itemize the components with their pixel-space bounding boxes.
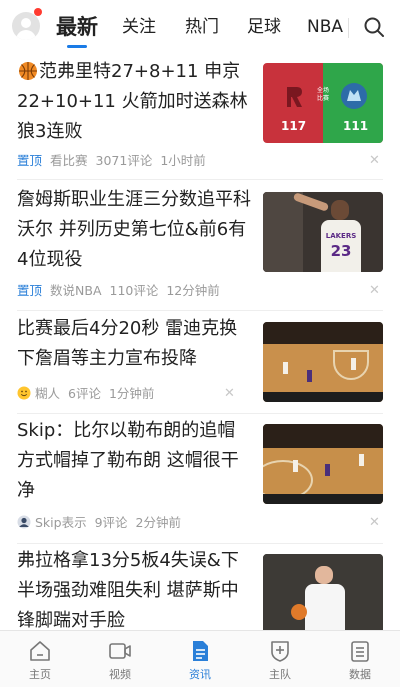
news-meta: 置顶 数说NBA 110评论 12分钟前 [17, 283, 220, 299]
news-thumbnail-court[interactable] [263, 424, 383, 504]
pinned-badge: 置顶 [17, 283, 43, 298]
video-icon [109, 643, 131, 659]
news-thumbnail-player[interactable]: LAKERS 23 [263, 192, 383, 272]
avatar-head-shape [21, 18, 31, 28]
nav-news-label: 资讯 [189, 668, 211, 681]
comment-count: 9评论 [94, 515, 128, 530]
nav-home[interactable]: 主页 [0, 631, 80, 687]
comment-count: 6评论 [68, 386, 101, 401]
basketball-shape [291, 604, 307, 620]
avatar-body-shape [16, 30, 36, 40]
player-shape [325, 464, 330, 476]
timberwolves-logo-icon [341, 83, 367, 109]
thumbnail-crowd [263, 192, 303, 272]
divider [17, 179, 383, 180]
post-time: 1分钟前 [108, 386, 155, 401]
tab-latest[interactable]: 最新 [56, 14, 98, 40]
nav-team[interactable]: 主队 [240, 631, 320, 687]
news-title[interactable]: Skip：比尔以勒布朗的追帽方式帽掉了勒布朗 这帽很干净 [17, 416, 253, 506]
news-source[interactable]: 看比赛 [50, 153, 88, 168]
tab-following[interactable]: 关注 [122, 16, 156, 38]
dismiss-icon[interactable]: ✕ [369, 153, 380, 169]
news-source[interactable]: Skip表示 [35, 515, 87, 530]
home-icon [30, 641, 50, 661]
news-thumbnail-player[interactable] [263, 554, 383, 630]
user-avatar[interactable] [12, 12, 40, 40]
thumbnail-stands [263, 424, 383, 448]
pinned-badge: 置顶 [17, 153, 43, 168]
tab-nba[interactable]: NBA [307, 16, 343, 38]
post-time: 12分钟前 [166, 283, 220, 298]
jersey-number: 23 [330, 242, 352, 260]
divider [17, 413, 383, 414]
news-meta: 糊人 6评论 1分钟前 [17, 386, 154, 402]
notification-dot [34, 8, 42, 16]
news-meta: Skip表示 9评论 2分钟前 [17, 515, 181, 531]
news-title[interactable]: 詹姆斯职业生涯三分数追平科沃尔 并列历史第七位&前6有4位现役 [17, 185, 253, 275]
data-list-icon [351, 641, 369, 662]
nav-home-label: 主页 [29, 668, 51, 681]
nav-data[interactable]: 数据 [320, 631, 400, 687]
dismiss-icon[interactable]: ✕ [369, 283, 380, 299]
player-head-shape [331, 200, 349, 220]
active-tab-indicator [67, 45, 87, 48]
home-score: 117 [281, 119, 307, 133]
news-thumbnail-court[interactable] [263, 322, 383, 402]
dismiss-icon[interactable]: ✕ [224, 386, 235, 402]
rockets-logo-icon [287, 87, 302, 107]
comment-count: 110评论 [109, 283, 159, 298]
smiley-icon [17, 386, 31, 400]
post-time: 2分钟前 [135, 515, 181, 530]
nav-team-label: 主队 [269, 668, 291, 681]
player-shape [283, 362, 288, 374]
player-head-shape [315, 566, 333, 584]
bottom-nav-bar: 主页 视频 资讯 主队 数据 [0, 630, 400, 687]
user-avatar-icon [17, 515, 31, 529]
player-shape [351, 358, 356, 370]
jersey-team-text: LAKERS [325, 232, 357, 240]
news-meta: 置顶 看比赛 3071评论 1小时前 [17, 153, 206, 169]
team-shield-icon [271, 641, 289, 662]
news-title[interactable]: 范弗里特27+8+11 申京22+10+11 火箭加时送森林狼3连败 [17, 57, 253, 147]
post-time: 1小时前 [160, 153, 206, 168]
news-icon [193, 641, 208, 661]
news-thumbnail-scoreboard[interactable]: 全场 比赛 117 111 [263, 63, 383, 143]
game-badge-line1: 全场 [316, 87, 329, 94]
away-score: 111 [343, 119, 369, 133]
comment-count: 3071评论 [95, 153, 153, 168]
player-shape [293, 460, 298, 472]
tab-hot[interactable]: 热门 [185, 16, 219, 38]
player-shape [307, 370, 312, 382]
thumbnail-score-strip [263, 494, 383, 504]
nav-video-label: 视频 [109, 668, 131, 681]
divider [17, 543, 383, 544]
top-tab-bar: 最新 关注 热门 足球 NBA [0, 0, 400, 56]
divider [17, 310, 383, 311]
tab-separator [348, 18, 349, 38]
game-badge-line2: 比赛 [316, 95, 329, 102]
thumbnail-stands [263, 322, 383, 344]
dismiss-icon[interactable]: ✕ [369, 515, 380, 531]
nav-news[interactable]: 资讯 [160, 631, 240, 687]
news-source[interactable]: 数说NBA [50, 283, 101, 298]
nav-video[interactable]: 视频 [80, 631, 160, 687]
player-jersey-shape [305, 584, 345, 630]
nav-data-label: 数据 [349, 668, 371, 681]
news-source[interactable]: 糊人 [35, 386, 60, 401]
search-icon[interactable] [363, 16, 385, 38]
news-title[interactable]: 弗拉格拿13分5板4失误&下半场强劲难阻失利 堪萨斯中锋脚踹对手脸 [17, 546, 253, 636]
player-shape [359, 454, 364, 466]
news-title[interactable]: 比赛最后4分20秒 雷迪克换下詹眉等主力宣布投降 [17, 314, 253, 374]
tab-football[interactable]: 足球 [247, 16, 281, 38]
thumbnail-score-strip [263, 392, 383, 402]
